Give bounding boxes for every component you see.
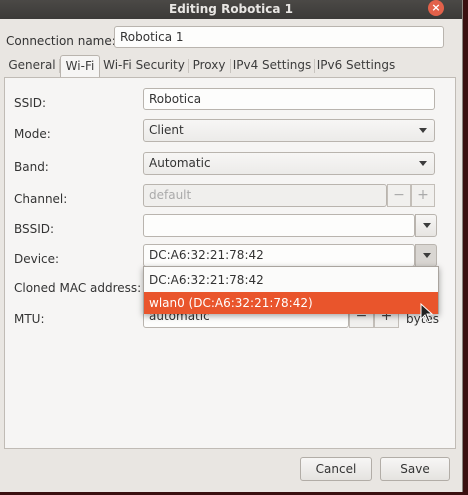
title-bar: Editing Robotica 1 — [0, 0, 462, 19]
tab-ipv4-settings[interactable]: IPv4 Settings — [231, 55, 313, 77]
chevron-down-icon — [419, 128, 427, 133]
cloned-mac-label: Cloned MAC address: — [14, 281, 142, 295]
window-title: Editing Robotica 1 — [169, 2, 293, 16]
device-option[interactable]: DC:A6:32:21:78:42 — [144, 269, 438, 291]
bssid-input[interactable] — [143, 214, 415, 237]
tab-wifi[interactable]: Wi-Fi — [60, 55, 100, 77]
tab-general[interactable]: General — [6, 55, 58, 77]
mode-select[interactable]: Client — [143, 119, 435, 142]
mode-label: Mode: — [14, 127, 51, 141]
tab-proxy[interactable]: Proxy — [189, 55, 229, 77]
device-label: Device: — [14, 252, 60, 266]
mode-value: Client — [149, 123, 184, 137]
device-dropdown-button[interactable] — [415, 244, 437, 267]
save-button[interactable]: Save — [380, 457, 450, 481]
ssid-label: SSID: — [14, 96, 47, 110]
channel-decrement-button[interactable]: − — [387, 184, 411, 207]
bssid-label: BSSID: — [14, 222, 55, 236]
tab-ipv6-settings[interactable]: IPv6 Settings — [315, 55, 397, 77]
cancel-button[interactable]: Cancel — [300, 457, 372, 481]
device-option-highlighted[interactable]: wlan0 (DC:A6:32:21:78:42) — [144, 292, 438, 314]
connection-name-input[interactable]: Robotica 1 — [114, 26, 444, 48]
tab-wifi-security[interactable]: Wi-Fi Security — [101, 55, 187, 77]
channel-input[interactable]: default — [143, 184, 387, 207]
chevron-down-icon — [419, 161, 427, 166]
ssid-input[interactable]: Robotica — [143, 88, 435, 110]
chevron-down-icon — [423, 253, 431, 258]
device-input[interactable]: DC:A6:32:21:78:42 — [143, 244, 415, 267]
channel-increment-button[interactable]: + — [411, 184, 435, 207]
band-select[interactable]: Automatic — [143, 152, 435, 175]
bssid-dropdown-button[interactable] — [415, 214, 437, 237]
band-label: Band: — [14, 160, 49, 174]
channel-label: Channel: — [14, 192, 68, 206]
device-dropdown-menu: DC:A6:32:21:78:42 wlan0 (DC:A6:32:21:78:… — [143, 266, 439, 314]
dialog-window: Editing Robotica 1 × Connection name: Ro… — [0, 0, 463, 492]
close-icon[interactable]: × — [428, 0, 444, 16]
chevron-down-icon — [423, 223, 431, 228]
connection-name-label: Connection name: — [6, 34, 116, 48]
mtu-label: MTU: — [14, 312, 45, 326]
mouse-pointer-icon — [420, 303, 434, 323]
band-value: Automatic — [149, 156, 211, 170]
